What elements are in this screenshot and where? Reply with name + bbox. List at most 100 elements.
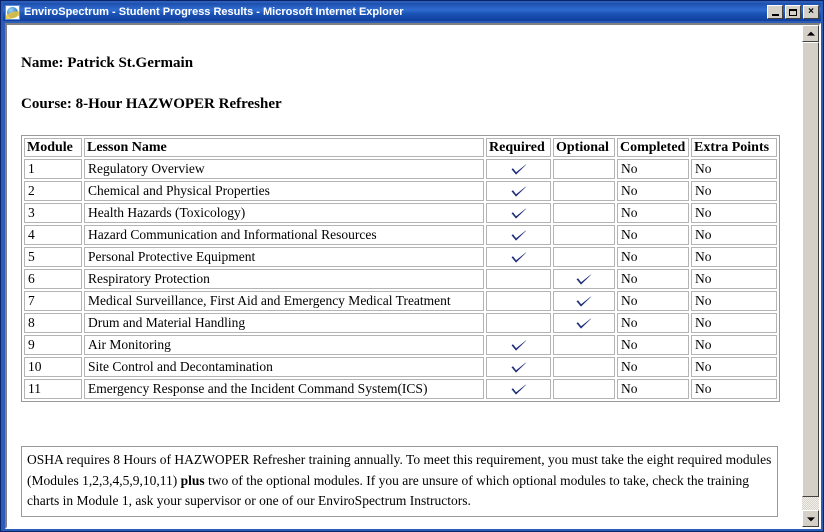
checkmark-icon — [510, 339, 528, 353]
cell-completed: No — [617, 159, 689, 179]
scroll-down-arrow-icon — [806, 516, 815, 521]
cell-completed: No — [617, 379, 689, 399]
window-controls: × — [767, 5, 819, 19]
table-row: 3 Health Hazards (Toxicology) No No — [24, 203, 777, 223]
checkmark-icon — [575, 295, 593, 309]
scroll-up-button[interactable] — [802, 25, 819, 42]
cell-optional — [553, 181, 615, 201]
cell-required — [486, 313, 551, 333]
table-header-row: Module Lesson Name Required Optional Com… — [24, 138, 777, 157]
table-row: 2 Chemical and Physical Properties No No — [24, 181, 777, 201]
close-icon: × — [808, 5, 814, 17]
student-name-line: Name: Patrick St.Germain — [21, 55, 194, 71]
cell-optional — [553, 335, 615, 355]
column-header-required: Required — [486, 138, 551, 157]
cell-completed: No — [617, 247, 689, 267]
cell-completed: No — [617, 313, 689, 333]
table-row: 6 Respiratory Protection No No — [24, 269, 777, 289]
cell-lesson-name: Chemical and Physical Properties — [84, 181, 484, 201]
close-button[interactable]: × — [803, 5, 819, 19]
cell-completed: No — [617, 357, 689, 377]
table-row: 11 Emergency Response and the Incident Co… — [24, 379, 777, 399]
checkmark-icon — [510, 383, 528, 397]
scroll-up-arrow-icon — [806, 31, 815, 36]
checkmark-icon — [575, 273, 593, 287]
cell-completed: No — [617, 225, 689, 245]
table-head: Module Lesson Name Required Optional Com… — [24, 138, 777, 157]
cell-lesson-name: Personal Protective Equipment — [84, 247, 484, 267]
column-header-module: Module — [24, 138, 82, 157]
cell-optional — [553, 203, 615, 223]
checkmark-icon — [575, 317, 593, 331]
cell-completed: No — [617, 269, 689, 289]
cell-required — [486, 291, 551, 311]
column-header-completed: Completed — [617, 138, 689, 157]
column-header-lesson: Lesson Name — [84, 138, 484, 157]
scrollbar-thumb[interactable] — [802, 42, 819, 497]
cell-optional — [553, 269, 615, 289]
cell-lesson-name: Respiratory Protection — [84, 269, 484, 289]
cell-lesson-name: Drum and Material Handling — [84, 313, 484, 333]
cell-module: 6 — [24, 269, 82, 289]
cell-module: 10 — [24, 357, 82, 377]
requirements-note: OSHA requires 8 Hours of HAZWOPER Refres… — [21, 446, 778, 517]
cell-module: 1 — [24, 159, 82, 179]
table-row: 7 Medical Surveillance, First Aid and Eme… — [24, 291, 777, 311]
note-text-bold: plus — [180, 472, 205, 488]
minimize-icon — [768, 6, 782, 18]
cell-extra-points: No — [691, 379, 777, 399]
cell-extra-points: No — [691, 203, 777, 223]
cell-required — [486, 181, 551, 201]
cell-extra-points: No — [691, 291, 777, 311]
cell-required — [486, 159, 551, 179]
maximize-icon — [786, 6, 800, 18]
cell-extra-points: No — [691, 335, 777, 355]
cell-required — [486, 269, 551, 289]
minimize-button[interactable] — [767, 5, 783, 19]
browser-client-area: Name: Patrick St.Germain Course: 8-Hour … — [5, 23, 821, 529]
checkmark-icon — [510, 185, 528, 199]
checkmark-icon — [510, 163, 528, 177]
cell-extra-points: No — [691, 225, 777, 245]
cell-lesson-name: Air Monitoring — [84, 335, 484, 355]
table-row: 4 Hazard Communication and Informational … — [24, 225, 777, 245]
table-row: 10 Site Control and Decontamination No No — [24, 357, 777, 377]
cell-extra-points: No — [691, 181, 777, 201]
table-row: 8 Drum and Material Handling No No — [24, 313, 777, 333]
cell-required — [486, 225, 551, 245]
cell-optional — [553, 247, 615, 267]
cell-required — [486, 335, 551, 355]
cell-completed: No — [617, 203, 689, 223]
cell-lesson-name: Medical Surveillance, First Aid and Emer… — [84, 291, 484, 311]
checkmark-icon — [510, 251, 528, 265]
cell-optional — [553, 291, 615, 311]
cell-completed: No — [617, 181, 689, 201]
cell-extra-points: No — [691, 357, 777, 377]
cell-module: 9 — [24, 335, 82, 355]
course-name-line: Course: 8-Hour HAZWOPER Refresher — [21, 96, 282, 112]
cell-lesson-name: Emergency Response and the Incident Comm… — [84, 379, 484, 399]
title-bar: EnviroSpectrum - Student Progress Result… — [3, 3, 821, 21]
vertical-scrollbar[interactable] — [801, 25, 819, 527]
student-progress-table: Module Lesson Name Required Optional Com… — [21, 135, 780, 402]
cell-module: 4 — [24, 225, 82, 245]
maximize-button[interactable] — [785, 5, 801, 19]
cell-module: 3 — [24, 203, 82, 223]
cell-optional — [553, 159, 615, 179]
cell-optional — [553, 225, 615, 245]
checkmark-icon — [510, 207, 528, 221]
cell-extra-points: No — [691, 269, 777, 289]
document-viewport: Name: Patrick St.Germain Course: 8-Hour … — [7, 25, 801, 527]
cell-lesson-name: Health Hazards (Toxicology) — [84, 203, 484, 223]
cell-module: 8 — [24, 313, 82, 333]
cell-optional — [553, 357, 615, 377]
table-row: 5 Personal Protective Equipment No No — [24, 247, 777, 267]
cell-required — [486, 203, 551, 223]
browser-window: EnviroSpectrum - Student Progress Result… — [0, 0, 824, 532]
cell-required — [486, 247, 551, 267]
scroll-down-button[interactable] — [802, 510, 819, 527]
internet-explorer-icon — [5, 4, 20, 20]
cell-optional — [553, 313, 615, 333]
cell-completed: No — [617, 335, 689, 355]
cell-extra-points: No — [691, 159, 777, 179]
